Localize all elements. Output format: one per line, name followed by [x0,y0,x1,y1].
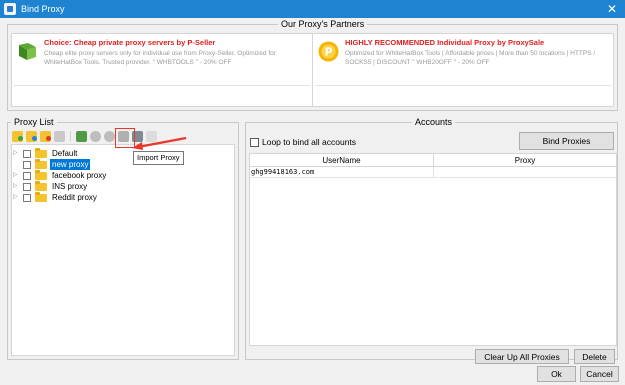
tree-item-reddit-proxy[interactable]: ▷ Reddit proxy [12,191,234,203]
expand-icon[interactable]: ▷ [13,192,19,203]
partners-panel: Choice: Cheap private proxy servers by P… [11,33,614,107]
tree-item-label[interactable]: Default [50,148,79,159]
delete-button[interactable]: Delete [574,349,615,364]
tree-item-label[interactable]: Reddit proxy [50,192,99,203]
annotation-arrow-icon [132,136,187,150]
partner-divider [14,85,310,86]
tree-item-default[interactable]: ▷ Default [12,147,234,159]
tree-item-label[interactable]: INS proxy [50,181,89,192]
accounts-table: UserName Proxy ghg99418163.com [249,153,617,346]
tree-checkbox[interactable] [23,160,31,169]
cell-username[interactable]: ghg99418163.com [250,167,434,177]
clear-all-proxies-button[interactable]: Clear Up All Proxies [475,349,569,364]
accounts-group: Accounts Loop to bind all accounts Bind … [245,117,618,364]
partners-title: Our Proxy's Partners [278,19,368,30]
accounts-panel: Loop to bind all accounts Bind Proxies U… [247,128,617,364]
proxy-list-group: Proxy List ▷ Default new proxy ▷ faceboo… [7,117,239,360]
loop-checkbox-box[interactable] [250,137,259,147]
partner-cell-2: P HIGHLY RECOMMENDED Individual Proxy by… [313,34,613,106]
tree-checkbox[interactable] [23,171,31,180]
loop-checkbox-label[interactable]: Loop to bind all accounts [262,137,356,147]
tree-checkbox[interactable] [23,193,31,202]
export-icon[interactable] [76,130,87,142]
window-title: Bind Proxy [21,4,65,14]
folder-icon [35,147,47,158]
column-header-proxy[interactable]: Proxy [434,154,616,166]
partner-ad-headline[interactable]: HIGHLY RECOMMENDED Individual Proxy by P… [345,38,611,48]
ok-button[interactable]: Ok [537,366,576,382]
folder-icon [35,191,47,202]
open-folder-icon[interactable] [26,130,37,142]
edit-icon[interactable] [54,130,65,142]
proxysale-logo-icon: P [318,41,339,62]
loop-bind-checkbox[interactable]: Loop to bind all accounts [250,137,356,147]
tree-item-label[interactable]: new proxy [50,159,91,170]
forward-icon[interactable] [104,130,115,142]
folder-icon [35,158,47,169]
proxy-seller-logo-icon [17,41,38,62]
expand-icon[interactable]: ▷ [13,181,19,192]
back-icon[interactable] [90,130,101,142]
bind-proxies-button[interactable]: Bind Proxies [519,132,614,150]
delete-folder-icon[interactable] [40,130,51,142]
partner-divider [315,85,611,86]
expand-icon[interactable]: ▷ [13,170,19,181]
table-row[interactable]: ghg99418163.com [250,167,616,178]
folder-icon [35,169,47,180]
partners-group: Our Proxy's Partners Choice: Cheap priva… [7,19,618,111]
proxy-list-title: Proxy List [11,117,57,128]
expand-icon[interactable]: ▷ [13,148,19,159]
tree-checkbox[interactable] [23,149,31,158]
cancel-button[interactable]: Cancel [580,366,619,382]
partner-ad-proxysale[interactable]: P HIGHLY RECOMMENDED Individual Proxy by… [315,36,611,70]
table-header: UserName Proxy [250,154,616,167]
add-folder-icon[interactable] [12,130,23,142]
cell-proxy[interactable] [434,167,616,177]
tree-item-new-proxy[interactable]: new proxy [12,158,234,170]
partner-ad-proxy-seller[interactable]: Choice: Cheap private proxy servers by P… [14,36,310,70]
proxy-tree: ▷ Default new proxy ▷ facebook proxy ▷ I… [11,144,235,356]
partner-ad-description: Cheap elite proxy servers only for indiv… [44,50,276,66]
svg-text:P: P [324,46,332,59]
toolbar-separator [70,131,71,141]
tree-checkbox[interactable] [23,182,31,191]
close-icon[interactable]: ✕ [599,0,625,18]
folder-icon [35,180,47,191]
tree-item-label[interactable]: facebook proxy [50,170,108,181]
column-header-username[interactable]: UserName [250,154,434,166]
tree-item-ins-proxy[interactable]: ▷ INS proxy [12,180,234,192]
tree-item-facebook-proxy[interactable]: ▷ facebook proxy [12,169,234,181]
accounts-title: Accounts [412,117,456,128]
app-icon [4,3,16,15]
partner-cell-1: Choice: Cheap private proxy servers by P… [12,34,313,106]
window-titlebar: Bind Proxy ✕ [0,0,625,18]
import-proxy-tooltip: Import Proxy [133,151,184,165]
partner-ad-headline[interactable]: Choice: Cheap private proxy servers by P… [44,38,310,48]
partner-ad-description: Optimized for WhiteHatBox Tools | Afford… [345,50,596,66]
